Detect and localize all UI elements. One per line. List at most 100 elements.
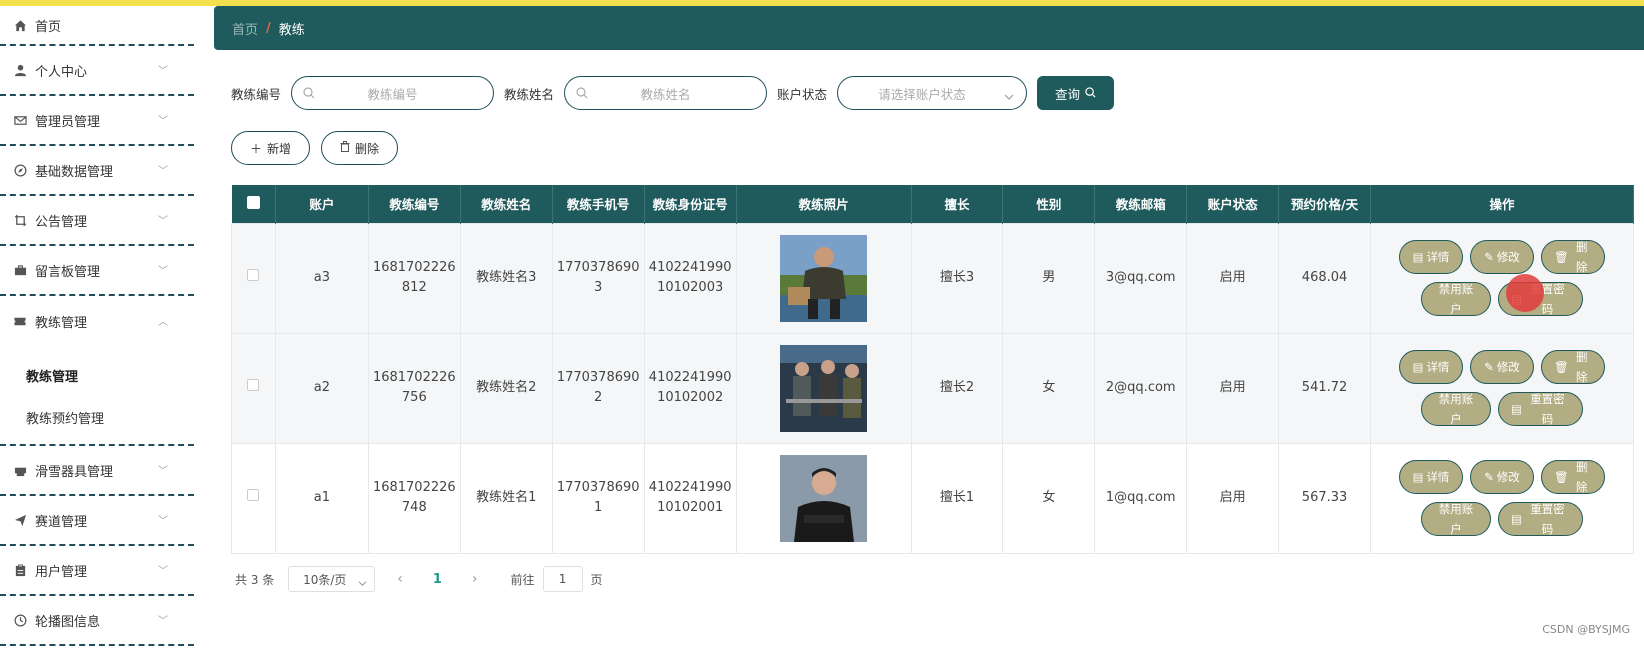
search-bar: 教练编号 教练编号 教练姓名 教练姓名 账户状态 请选择账户状态 查询 (231, 76, 1115, 110)
sidebar-item-admin[interactable]: 管理员管理 ﹀ (0, 96, 194, 146)
sub-item-coach-manage[interactable]: 教练管理 (0, 354, 194, 396)
edit-button[interactable]: ✎ 修改 (1470, 460, 1534, 494)
goto-page-input[interactable]: 1 (542, 566, 583, 592)
coach-no-placeholder: 教练编号 (367, 86, 418, 102)
trash-icon: 🗑 (1554, 250, 1569, 264)
add-button[interactable]: ＋ 新增 (231, 131, 311, 165)
cell-skill: 擅长3 (910, 222, 1004, 334)
phone-line1: 1770378690 (556, 480, 640, 495)
sub-item-coach-booking[interactable]: 教练预约管理 (0, 396, 194, 438)
chevron-down-icon: ﹀ (158, 465, 168, 477)
delete-button[interactable]: 🗑 删除 (1541, 460, 1605, 494)
breadcrumb-home[interactable]: 首页 (232, 19, 258, 38)
next-page-icon[interactable]: › (472, 571, 478, 587)
sidebar-item-message-board[interactable]: 留言板管理 ﹀ (0, 246, 194, 296)
page-size-select[interactable]: 10条/页 (288, 566, 376, 592)
header-coach-name: 教练姓名 (460, 185, 553, 223)
edit-button[interactable]: ✎ 修改 (1470, 350, 1534, 384)
coach-name-placeholder: 教练姓名 (640, 86, 691, 102)
cell-operations: ▤详情 ✎修改 🗑删除 禁用账户 ▤重置密码 (1370, 332, 1634, 444)
cell-operations: ▤详情 ✎修改 🗑删除 禁用账户 ▤重置密码 (1370, 442, 1634, 554)
coach-no-line2: 756 (401, 390, 427, 405)
cell-status: 启用 (1186, 442, 1280, 554)
crop-icon (13, 213, 27, 227)
sidebar-item-label: 留言板管理 (35, 264, 101, 280)
chevron-down-icon: ﹀ (158, 265, 168, 277)
sidebar-item-notice[interactable]: 公告管理 ﹀ (0, 196, 194, 246)
edit-button[interactable]: ✎ 修改 (1470, 240, 1534, 274)
sidebar-item-home[interactable]: 首页 (0, 6, 194, 46)
coach-photo[interactable] (780, 234, 868, 322)
row-select-cell[interactable] (231, 332, 276, 444)
coach-no-line1: 1681702226 (372, 260, 456, 275)
chevron-down-icon: ﹀ (158, 615, 168, 627)
delete-label: 删除 (355, 141, 380, 156)
phone-line2: 3 (594, 280, 603, 295)
disable-account-button[interactable]: 禁用账户 (1421, 502, 1491, 536)
cell-coach-no: 1681702226 756 (367, 332, 461, 444)
id-line2: 10102003 (657, 280, 724, 295)
breadcrumb-separator: / (266, 20, 271, 36)
prev-page-icon[interactable]: ‹ (397, 571, 403, 587)
sidebar-item-personal[interactable]: 个人中心 ﹀ (0, 46, 194, 96)
coach-no-line1: 1681702226 (372, 480, 456, 495)
header-operations: 操作 (1370, 185, 1634, 223)
sidebar-item-basic-data[interactable]: 基础数据管理 ﹀ (0, 146, 194, 196)
sidebar-item-ski-equipment[interactable]: 滑雪器具管理 ﹀ (0, 446, 194, 496)
row-select-cell[interactable] (231, 442, 276, 554)
cell-photo (735, 332, 912, 444)
disable-account-button[interactable]: 禁用账户 (1421, 392, 1491, 426)
coach-photo[interactable] (780, 454, 868, 542)
detail-button[interactable]: ▤ 详情 (1399, 460, 1463, 494)
detail-button[interactable]: ▤ 详情 (1399, 350, 1463, 384)
chevron-down-icon: ﹀ (158, 565, 168, 577)
cell-coach-no: 1681702226 812 (367, 222, 461, 334)
cell-account: a3 (274, 222, 369, 334)
home-icon (13, 18, 27, 32)
coach-no-label: 教练编号 (231, 86, 282, 102)
row-checkbox[interactable] (247, 269, 260, 281)
delete-button[interactable]: 🗑 删除 (1541, 350, 1605, 384)
cell-coach-name: 教练姓名2 (459, 332, 553, 444)
sidebar-item-carousel[interactable]: 轮播图信息 ﹀ (0, 596, 194, 646)
page-number-current[interactable]: 1 (433, 572, 442, 587)
cell-account: a1 (274, 442, 369, 554)
chevron-up-icon: ︿ (158, 316, 168, 328)
reset-password-button[interactable]: ▤ 重置密码 (1498, 392, 1583, 426)
detail-button[interactable]: ▤ 详情 (1399, 240, 1463, 274)
chevron-down-icon: ﹀ (158, 65, 168, 77)
query-button[interactable]: 查询 (1037, 76, 1115, 110)
cell-phone: 1770378690 1 (551, 442, 645, 554)
sidebar-item-label: 公告管理 (35, 214, 88, 230)
search-icon (576, 87, 588, 102)
disable-account-button[interactable]: 禁用账户 (1421, 282, 1491, 316)
detail-label: 详情 (1426, 360, 1450, 374)
disable-label: 禁用账户 (1438, 502, 1474, 536)
compass-icon (13, 163, 27, 177)
coach-no-input[interactable]: 教练编号 (291, 76, 495, 110)
select-all-cell[interactable] (231, 185, 276, 223)
cell-id-card: 4102241990 10102001 (643, 442, 737, 554)
goto-label: 前往 (510, 572, 535, 587)
batch-delete-button[interactable]: 删除 (321, 131, 399, 165)
cell-id-card: 4102241990 10102003 (643, 222, 737, 334)
sidebar-item-track[interactable]: 赛道管理 ﹀ (0, 496, 194, 546)
cell-gender: 男 (1002, 222, 1096, 334)
coach-name-input[interactable]: 教练姓名 (564, 76, 768, 110)
reset-password-button[interactable]: ▤ 重置密码 (1498, 502, 1583, 536)
row-checkbox[interactable] (247, 489, 260, 501)
account-status-label: 账户状态 (777, 86, 828, 102)
row-checkbox[interactable] (247, 379, 260, 391)
account-status-select[interactable]: 请选择账户状态 (837, 76, 1028, 110)
select-all-checkbox[interactable] (246, 195, 260, 209)
coach-photo[interactable] (780, 344, 868, 432)
trash-icon: 🗑 (1554, 470, 1569, 484)
row-select-cell[interactable] (231, 222, 276, 334)
edit-label: 修改 (1496, 360, 1520, 374)
delete-button[interactable]: 🗑 删除 (1541, 240, 1605, 274)
cell-skill: 擅长2 (910, 332, 1004, 444)
sidebar-item-user[interactable]: 用户管理 ﹀ (0, 546, 194, 596)
plus-icon: ＋ (250, 141, 263, 156)
sidebar-item-coach[interactable]: 教练管理 ︿ (0, 296, 194, 346)
cell-id-card: 4102241990 10102002 (643, 332, 737, 444)
